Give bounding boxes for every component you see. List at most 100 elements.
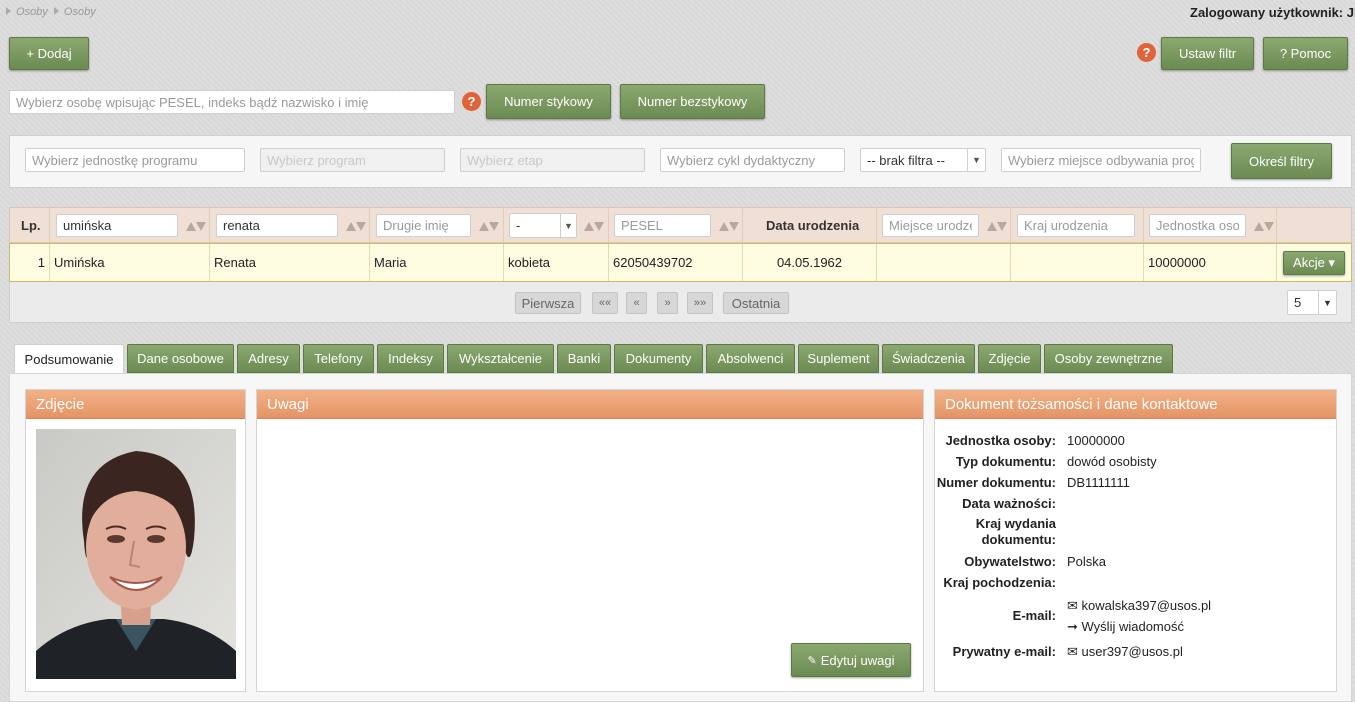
arrow-right-icon: ➞ (1067, 619, 1078, 634)
photo-panel-title: Zdjęcie (26, 390, 245, 419)
filter-select-value: -- brak filtra -- (867, 152, 945, 168)
cell-birthplace (877, 244, 1011, 281)
tab-absolwenci[interactable]: Absolwenci (706, 344, 795, 373)
header-lp: Lp. (21, 218, 41, 233)
doc-type-label: Typ dokumentu: (955, 454, 1056, 469)
breadcrumb: Osoby Osoby (6, 6, 96, 18)
search-help-icon[interactable]: ? (462, 92, 481, 111)
send-message-text: Wyślij wiadomość (1081, 619, 1184, 634)
person-photo (36, 429, 236, 679)
pesel-filter-input[interactable] (614, 214, 711, 237)
sort-icon[interactable] (584, 220, 606, 232)
document-panel: Dokument tożsamości i dane kontaktowe Je… (934, 389, 1337, 692)
cell-gender: kobieta (504, 244, 609, 281)
actions-button[interactable]: Akcje ▾ (1283, 251, 1345, 275)
edit-notes-button[interactable]: ✎ Edytuj uwagi (791, 643, 911, 677)
filter-select[interactable]: -- brak filtra -- ▼ (860, 148, 986, 172)
gender-filter-select[interactable]: - ▼ (509, 213, 577, 238)
email-text: kowalska397@usos.pl (1081, 598, 1212, 613)
tab-banki[interactable]: Banki (557, 344, 611, 373)
tab-indeksy[interactable]: Indeksy (377, 344, 444, 373)
cell-birthdate: 04.05.1962 (743, 244, 877, 281)
pager-next-next[interactable]: »» (687, 292, 713, 314)
photo-panel: Zdjęcie (25, 389, 246, 692)
help-button[interactable]: ? Pomoc (1263, 37, 1348, 70)
tab-podsumowanie[interactable]: Podsumowanie (14, 344, 124, 374)
second-name-filter-input[interactable] (376, 214, 471, 237)
notes-panel-title: Uwagi (257, 390, 923, 419)
doc-number-label: Numer dokumentu: (936, 475, 1056, 490)
table-row[interactable]: 1 Umińska Renata Maria kobieta 620504397… (9, 243, 1352, 282)
pencil-icon: ✎ (807, 654, 817, 667)
tab-adresy[interactable]: Adresy (237, 344, 300, 373)
sort-icon[interactable] (479, 220, 501, 232)
grid-header: Lp. - ▼ Data urodzenia (9, 207, 1352, 243)
envelope-icon: ✉ (1067, 598, 1078, 613)
cell-pesel: 62050439702 (609, 244, 743, 281)
header-birthdate[interactable]: Data urodzenia (766, 218, 859, 233)
tab-dane-osobowe[interactable]: Dane osobowe (127, 344, 234, 373)
chevron-down-icon: ▼ (967, 149, 985, 171)
email-value[interactable]: ✉ kowalska397@usos.pl (1067, 598, 1211, 614)
cycle-filter-input[interactable] (660, 148, 845, 172)
edit-notes-label: Edytuj uwagi (820, 652, 895, 668)
unit-value: 10000000 (1067, 433, 1125, 448)
numer-bezstykowy-button[interactable]: Numer bezstykowy (620, 84, 765, 119)
surname-filter-input[interactable] (56, 214, 178, 237)
help-circle-icon[interactable]: ? (1137, 43, 1156, 62)
numer-stykowy-button[interactable]: Numer stykowy (486, 84, 611, 119)
validity-label: Data ważności: (962, 496, 1056, 511)
name-filter-input[interactable] (216, 214, 338, 237)
tab-zdjecie[interactable]: Zdjęcie (978, 344, 1041, 373)
sort-icon[interactable] (719, 220, 741, 232)
sort-icon[interactable] (1254, 220, 1276, 232)
page-size-select[interactable]: 5 ▼ (1287, 290, 1337, 315)
issue-country-label: Kraj wydania dokumentu: (975, 516, 1056, 547)
send-message-link[interactable]: ➞ Wyślij wiadomość (1067, 619, 1184, 635)
private-email-label: Prywatny e-mail: (952, 644, 1056, 659)
breadcrumb-item[interactable]: Osoby (16, 6, 48, 18)
cell-name: Renata (210, 244, 370, 281)
origin-label: Kraj pochodzenia: (943, 575, 1056, 590)
cell-second-name: Maria (370, 244, 504, 281)
pager-prev-prev[interactable]: «« (592, 292, 618, 314)
birthplace-filter-input[interactable] (882, 214, 979, 237)
sort-icon[interactable] (987, 220, 1009, 232)
pager-next[interactable]: » (657, 292, 678, 314)
email-label: E-mail: (1012, 608, 1056, 623)
tab-wyksztalcenie[interactable]: Wykształcenie (447, 344, 554, 373)
document-panel-title: Dokument tożsamości i dane kontaktowe (935, 390, 1336, 419)
unit-column-filter-input[interactable] (1149, 214, 1246, 237)
tab-dokumenty[interactable]: Dokumenty (614, 344, 703, 373)
doc-type-value: dowód osobisty (1067, 454, 1157, 469)
birth-country-filter-input[interactable] (1017, 214, 1135, 237)
page-size-value: 5 (1294, 295, 1302, 310)
tab-telefony[interactable]: Telefony (303, 344, 374, 373)
doc-number-value: DB1111111 (1067, 475, 1130, 490)
sort-icon[interactable] (346, 220, 368, 232)
cell-lp: 1 (10, 244, 50, 281)
add-button[interactable]: + Dodaj (9, 37, 89, 70)
place-filter-input[interactable] (1001, 148, 1201, 172)
unit-filter-input[interactable] (25, 148, 245, 172)
chevron-down-icon: ▼ (560, 214, 576, 237)
cell-country (1011, 244, 1144, 281)
private-email-value[interactable]: ✉ user397@usos.pl (1067, 644, 1183, 660)
pager-first[interactable]: Pierwsza (515, 292, 581, 314)
pager-last[interactable]: Ostatnia (723, 292, 789, 314)
chevron-down-icon: ▼ (1318, 291, 1336, 314)
pager-prev[interactable]: « (626, 292, 647, 314)
tab-osoby-zewnetrzne[interactable]: Osoby zewnętrzne (1044, 344, 1173, 373)
private-email-text: user397@usos.pl (1081, 644, 1183, 659)
stage-filter-input (460, 148, 645, 172)
person-search-input[interactable] (9, 90, 455, 114)
breadcrumb-arrow-icon (53, 7, 59, 15)
tab-swiadczenia[interactable]: Świadczenia (882, 344, 975, 373)
breadcrumb-item[interactable]: Osoby (64, 6, 96, 18)
apply-filters-button[interactable]: Określ filtry (1231, 143, 1332, 179)
unit-label: Jednostka osoby: (945, 433, 1056, 448)
citizenship-label: Obywatelstwo: (964, 554, 1056, 569)
tab-suplement[interactable]: Suplement (798, 344, 879, 373)
set-filter-button[interactable]: Ustaw filtr (1161, 37, 1254, 70)
sort-icon[interactable] (186, 220, 208, 232)
